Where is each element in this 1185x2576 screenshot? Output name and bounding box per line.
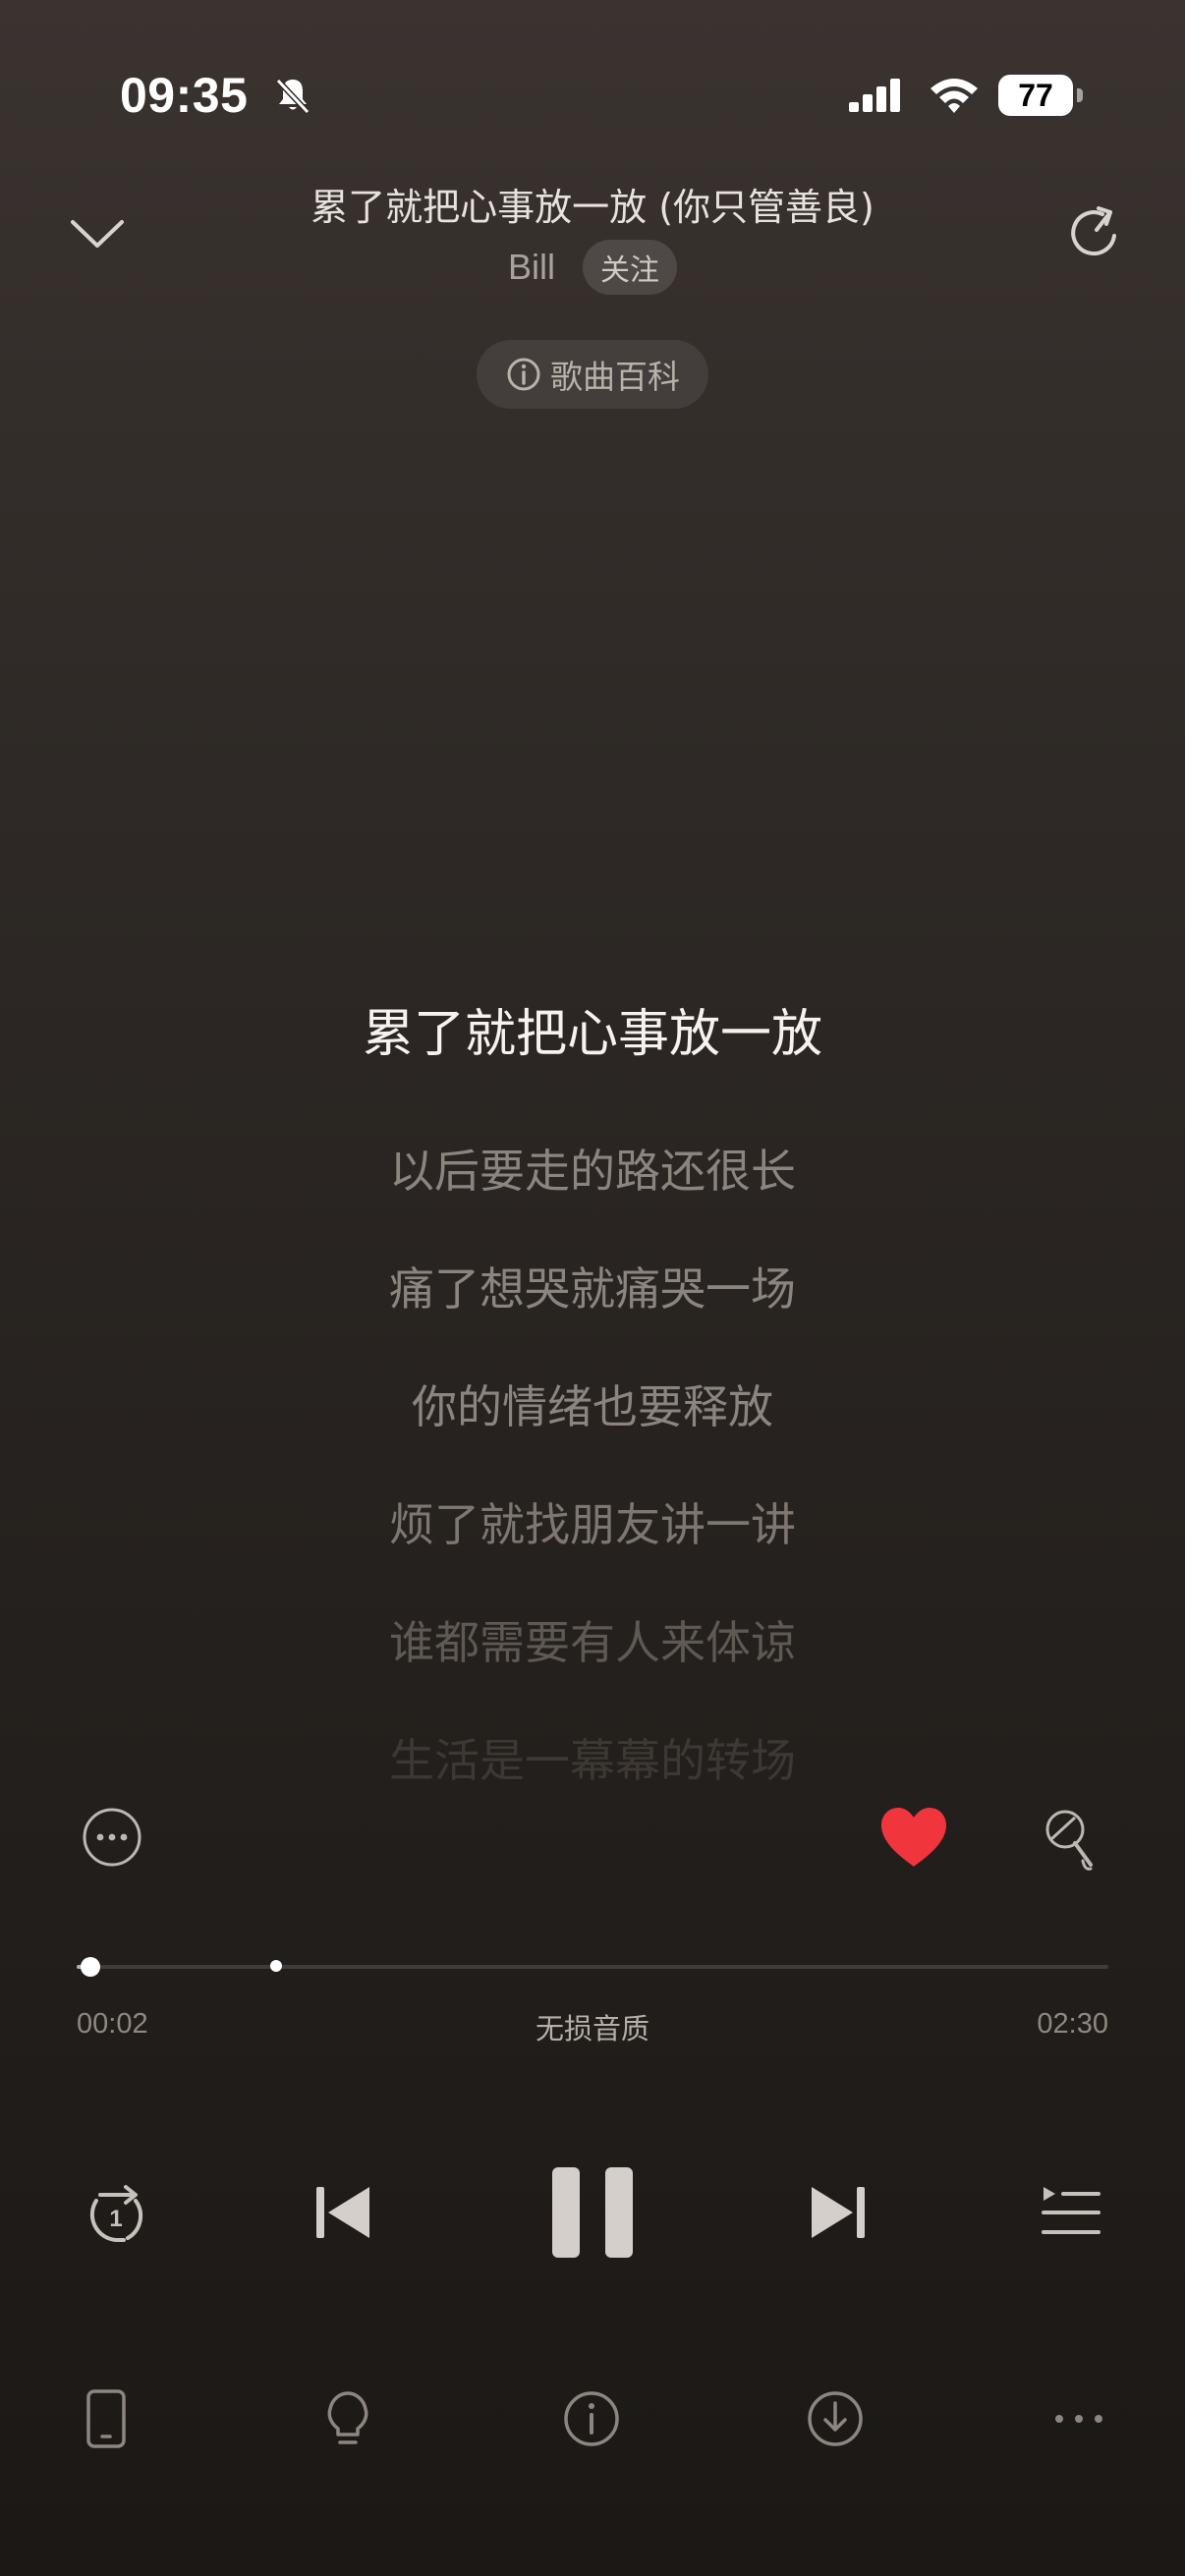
next-icon[interactable]: [808, 2181, 869, 2244]
playlist-icon[interactable]: [1040, 2183, 1102, 2240]
more-circle-icon[interactable]: [81, 1806, 143, 1869]
cellular-signal-icon: [849, 79, 900, 112]
repeat-one-icon[interactable]: 1: [81, 2179, 151, 2246]
lyric-line[interactable]: 烦了就找朋友讲一讲: [0, 1489, 1185, 1554]
song-wiki-button[interactable]: 歌曲百科: [477, 340, 708, 409]
lyric-line[interactable]: 痛了想哭就痛哭一场: [0, 1254, 1185, 1318]
bell-muted-icon: [275, 78, 310, 115]
repeat-badge: 1: [109, 2206, 122, 2232]
progress-bar[interactable]: [77, 1957, 1108, 1977]
wifi-icon: [931, 79, 978, 113]
progress-marker: [270, 1960, 282, 1972]
more-dots-icon[interactable]: [1047, 2387, 1110, 2450]
audio-quality-label[interactable]: 无损音质: [0, 2006, 1185, 2047]
lyric-line[interactable]: 谁都需要有人来体谅: [0, 1607, 1185, 1672]
info-icon: [507, 358, 540, 391]
pause-icon[interactable]: [550, 2165, 635, 2260]
total-time: 02:30: [1037, 2008, 1108, 2040]
lyric-line[interactable]: 生活是一幕幕的转场: [0, 1725, 1185, 1790]
share-icon[interactable]: [1063, 200, 1128, 265]
lyric-line[interactable]: 你的情绪也要释放: [0, 1372, 1185, 1436]
song-title: 累了就把心事放一放 (你只管善良): [310, 186, 875, 229]
progress-handle[interactable]: [80, 1957, 100, 1977]
status-time: 09:35: [120, 68, 249, 123]
lightbulb-icon[interactable]: [316, 2387, 379, 2450]
previous-icon[interactable]: [312, 2181, 373, 2244]
heart-icon[interactable]: [877, 1804, 950, 1871]
song-wiki-label: 歌曲百科: [550, 358, 680, 396]
battery-level: 77: [1018, 78, 1053, 113]
lyric-line[interactable]: 以后要走的路还很长: [0, 1136, 1185, 1201]
microphone-icon[interactable]: [1040, 1806, 1099, 1875]
player-screen: 09:35 77 累了就把心事放一放 (你只管善良) Bill 关注 歌曲百科 …: [0, 0, 1185, 2576]
info-icon[interactable]: [560, 2387, 623, 2450]
battery-icon: 77: [998, 75, 1083, 116]
download-icon[interactable]: [804, 2387, 867, 2450]
follow-button[interactable]: 关注: [583, 240, 677, 295]
battery-cap: [1077, 88, 1083, 102]
artist-name[interactable]: Bill: [508, 247, 555, 288]
artist-row: Bill 关注: [0, 240, 1185, 295]
phone-device-icon[interactable]: [75, 2387, 138, 2450]
lyric-line-current[interactable]: 累了就把心事放一放: [0, 992, 1185, 1066]
